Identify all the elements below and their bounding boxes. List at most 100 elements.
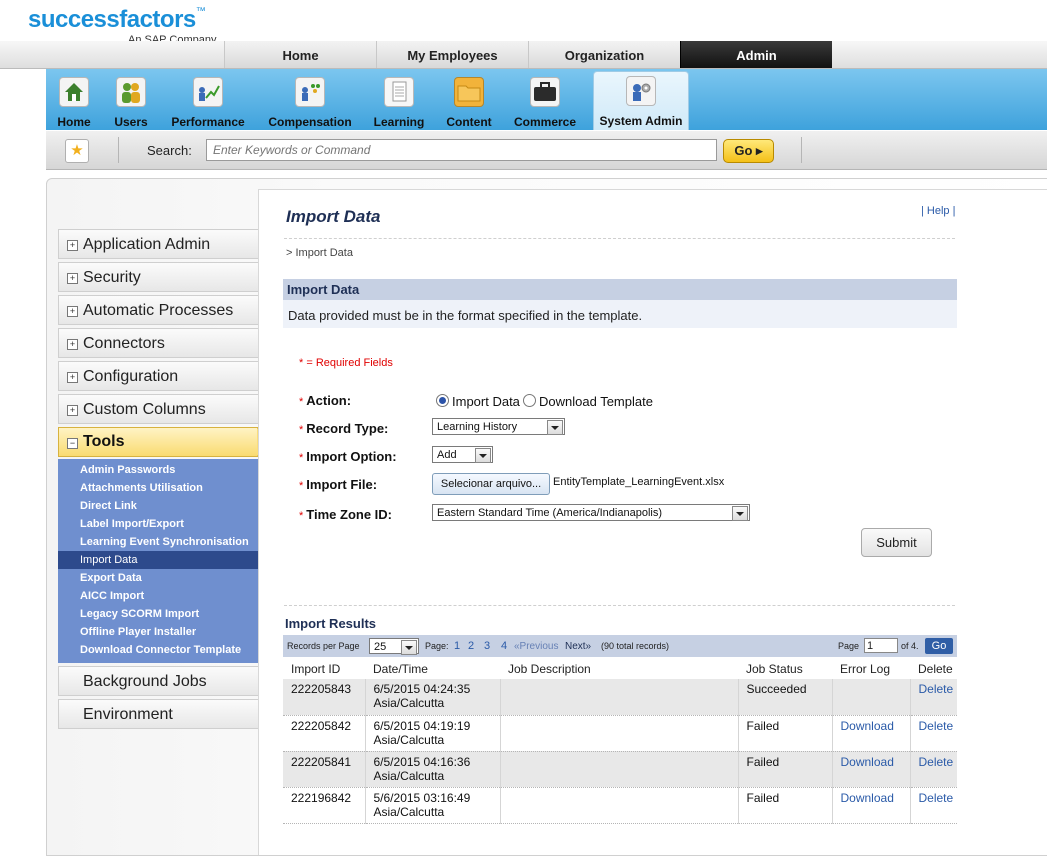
submenu-offline-player-installer[interactable]: Offline Player Installer: [58, 623, 258, 641]
submenu-learning-event-sync[interactable]: Learning Event Synchronisation: [58, 533, 258, 551]
import-data-radio[interactable]: [436, 394, 449, 407]
admin-icon-toolbar: Home Users Performance Compensation Lear…: [46, 69, 1047, 130]
users-tool-button[interactable]: Users: [108, 73, 154, 129]
search-input[interactable]: [206, 139, 717, 161]
compensation-tool-label: Compensation: [268, 115, 352, 129]
submenu-legacy-scorm-import[interactable]: Legacy SCORM Import: [58, 605, 258, 623]
top-navigation: Home My Employees Organization Admin: [0, 41, 1047, 69]
date-value: 6/5/2015 04:24:35: [373, 682, 471, 696]
compensation-tool-button[interactable]: Compensation: [265, 73, 355, 129]
submenu-direct-link[interactable]: Direct Link: [58, 497, 258, 515]
timezone-value: Asia/Calcutta: [373, 804, 445, 819]
error-log: Download: [831, 751, 910, 788]
import-results-title: Import Results: [285, 616, 377, 631]
sidebar-item-security[interactable]: + Security: [58, 262, 258, 292]
expand-icon: +: [67, 372, 78, 383]
sidebar-item-application-admin[interactable]: + Application Admin: [58, 229, 258, 259]
home-tool-button[interactable]: Home: [52, 73, 96, 129]
error-log: Download: [831, 787, 910, 824]
submit-button[interactable]: Submit: [861, 528, 932, 557]
sidebar-item-automatic-processes[interactable]: + Automatic Processes: [58, 295, 258, 325]
download-log-link[interactable]: Download: [841, 791, 894, 805]
import-option-select[interactable]: Add: [432, 446, 493, 463]
sidebar-item-background-jobs[interactable]: Background Jobs: [58, 666, 258, 696]
choose-file-button[interactable]: Selecionar arquivo...: [432, 473, 550, 495]
tab-organization[interactable]: Organization: [528, 41, 680, 68]
page-link-4[interactable]: 4: [501, 640, 507, 652]
go-button[interactable]: Go ▸: [723, 139, 774, 163]
page-link-2[interactable]: 2: [468, 640, 474, 652]
performance-tool-button[interactable]: Performance: [168, 73, 248, 129]
previous-link[interactable]: «Previous: [514, 641, 558, 652]
expand-icon: +: [67, 240, 78, 251]
import-file-label: * Import File:: [299, 477, 377, 492]
users-tool-label: Users: [114, 115, 148, 129]
sidebar-item-configuration[interactable]: + Configuration: [58, 361, 258, 391]
sidebar-item-label: Security: [83, 269, 141, 286]
submenu-import-data[interactable]: Import Data: [58, 551, 258, 569]
records-per-page-select[interactable]: 25: [369, 638, 419, 655]
download-log-link[interactable]: Download: [841, 755, 894, 769]
column-header: Error Log: [832, 659, 910, 679]
tab-admin[interactable]: Admin: [680, 41, 832, 68]
delete-link[interactable]: Delete: [919, 719, 954, 733]
job-status: Failed: [737, 787, 832, 824]
section-title: Import Data: [287, 282, 360, 297]
page-link-3[interactable]: 3: [484, 640, 490, 652]
commerce-tool-button[interactable]: Commerce: [510, 73, 580, 129]
commerce-tool-label: Commerce: [513, 115, 577, 129]
delete-link[interactable]: Delete: [919, 682, 954, 696]
import-id: 222196842: [283, 787, 365, 824]
sidebar-item-label: Automatic Processes: [83, 302, 234, 319]
performance-tool-label: Performance: [171, 115, 245, 129]
page-go-button[interactable]: Go: [925, 638, 953, 654]
submenu-label-import-export[interactable]: Label Import/Export: [58, 515, 258, 533]
timezone-label: * Time Zone ID:: [299, 507, 392, 522]
sidebar-item-tools[interactable]: − Tools: [58, 427, 271, 457]
submenu-admin-passwords[interactable]: Admin Passwords: [58, 461, 258, 479]
sidebar-item-custom-columns[interactable]: + Custom Columns: [58, 394, 258, 424]
download-template-radio[interactable]: [523, 394, 536, 407]
system-admin-tool-button[interactable]: System Admin: [593, 71, 689, 130]
submenu-attachments-utilisation[interactable]: Attachments Utilisation: [58, 479, 258, 497]
successfactors-logo[interactable]: successfactors™ An SAP Company: [28, 6, 216, 46]
required-fields-note: * = Required Fields: [299, 357, 393, 369]
timezone-value: Asia/Calcutta: [373, 696, 445, 710]
submenu-export-data[interactable]: Export Data: [58, 569, 258, 587]
learning-tool-button[interactable]: Learning: [368, 73, 430, 129]
favorites-star-icon[interactable]: ★: [65, 139, 89, 163]
job-description: [499, 787, 738, 824]
next-link[interactable]: Next»: [565, 641, 591, 652]
toolbar-divider: [801, 137, 802, 163]
delete-link[interactable]: Delete: [919, 755, 954, 769]
delete-link[interactable]: Delete: [919, 791, 954, 805]
sidebar-item-connectors[interactable]: + Connectors: [58, 328, 258, 358]
help-link[interactable]: | Help |: [921, 205, 955, 217]
column-header: Job Description: [500, 659, 738, 679]
sidebar-item-label: Application Admin: [83, 236, 211, 253]
delete-cell: Delete: [909, 787, 957, 824]
submenu-aicc-import[interactable]: AICC Import: [58, 587, 258, 605]
tab-home[interactable]: Home: [224, 41, 376, 68]
download-template-radio-label: Download Template: [539, 394, 653, 409]
submenu-download-connector-template[interactable]: Download Connector Template: [58, 641, 258, 659]
folder-icon: [454, 77, 484, 107]
briefcase-icon: [530, 77, 560, 107]
page-number-input[interactable]: 1: [864, 638, 898, 653]
content-tool-button[interactable]: Content: [442, 73, 496, 129]
expand-icon: +: [67, 273, 78, 284]
download-log-link[interactable]: Download: [841, 719, 894, 733]
page-link-1[interactable]: 1: [454, 640, 460, 652]
record-type-select[interactable]: Learning History: [432, 418, 565, 435]
import-id: 222205842: [283, 715, 365, 752]
job-status: Failed: [737, 715, 832, 752]
tab-my-employees[interactable]: My Employees: [376, 41, 528, 68]
page-label: Page:: [425, 641, 449, 651]
date-value: 6/5/2015 04:16:36: [373, 754, 471, 769]
breadcrumb: > Import Data: [286, 247, 353, 259]
import-data-radio-label: Import Data: [452, 394, 520, 409]
job-description: [499, 751, 738, 788]
timezone-select[interactable]: Eastern Standard Time (America/Indianapo…: [432, 504, 750, 521]
job-description: [499, 679, 738, 716]
sidebar-item-environment[interactable]: Environment: [58, 699, 258, 729]
